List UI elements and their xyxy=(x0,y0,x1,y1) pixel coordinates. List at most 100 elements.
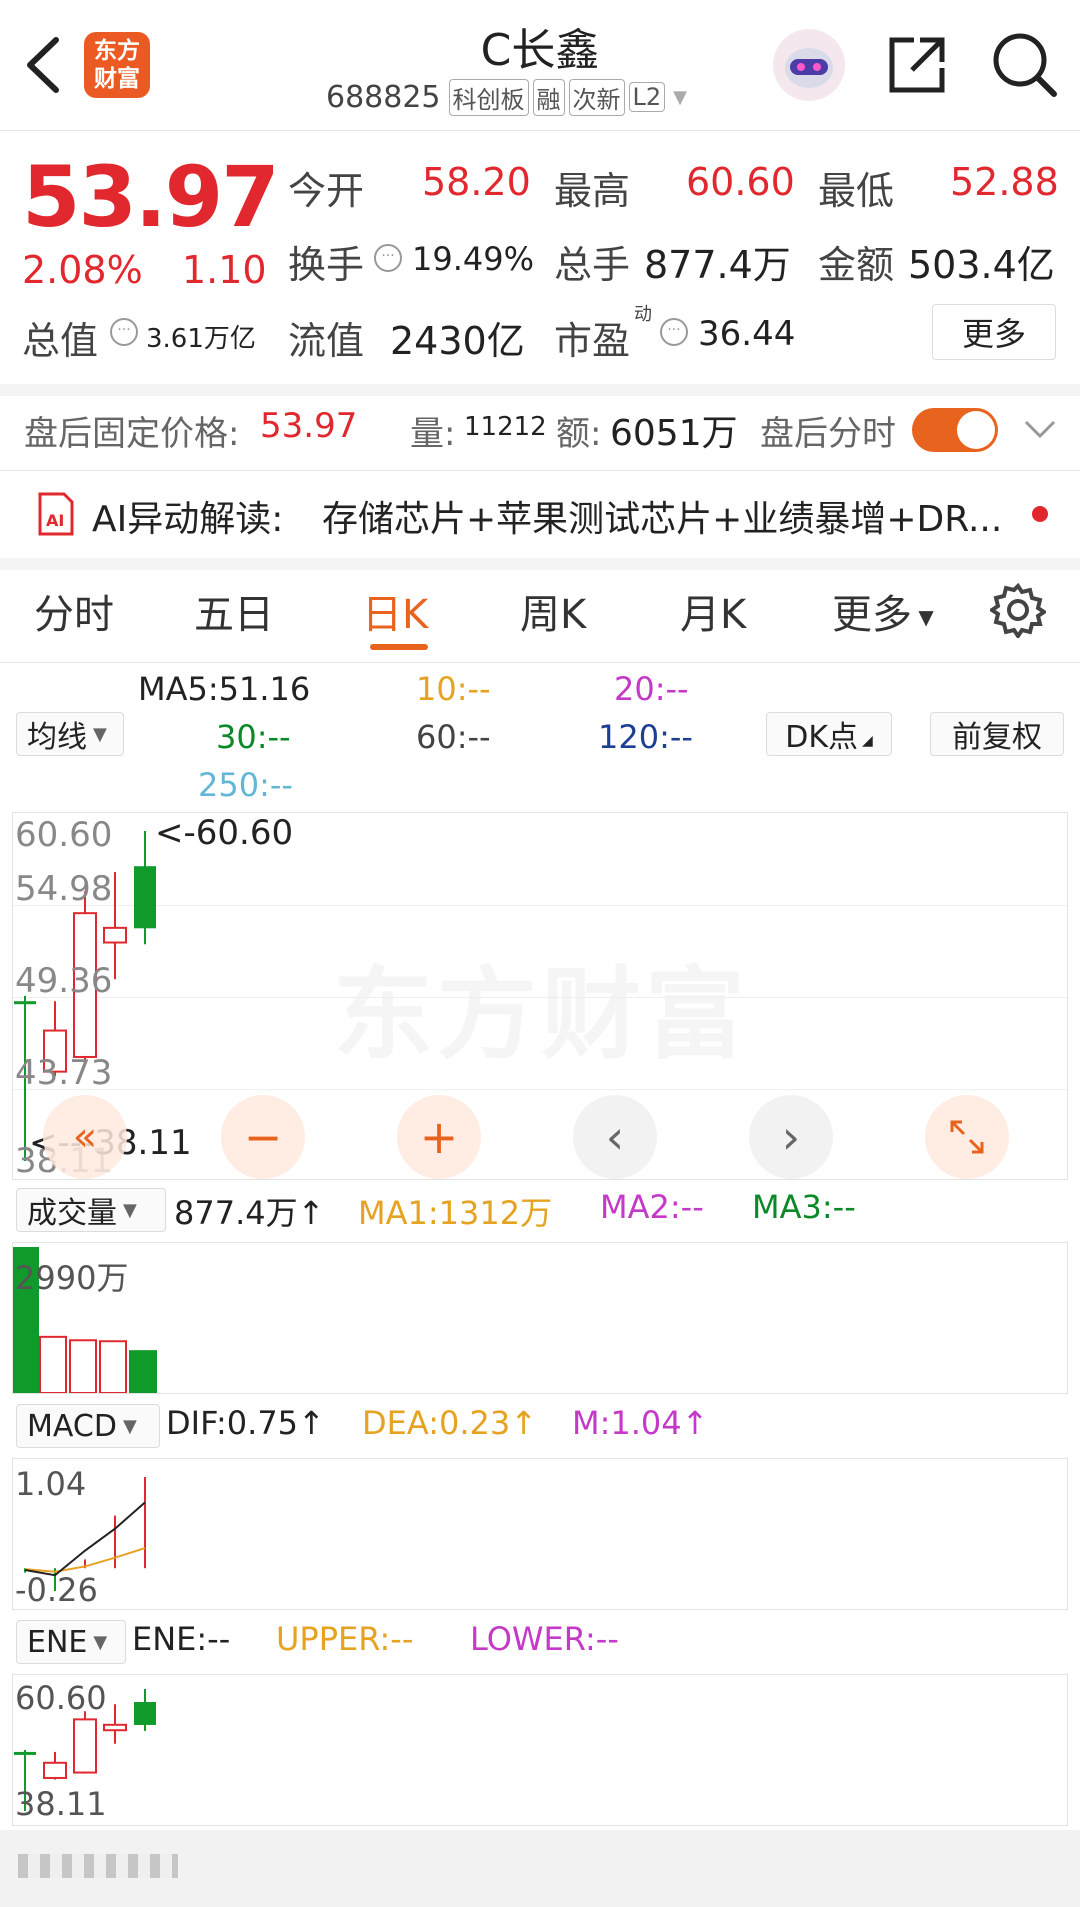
tab-five-day[interactable]: 五日 xyxy=(194,582,274,640)
macd-chart xyxy=(24,1477,146,1591)
pan-left-button[interactable]: ‹ xyxy=(573,1095,657,1179)
price-adjust-button[interactable]: 前复权 xyxy=(930,712,1064,756)
tag-kechuang: 科创板 xyxy=(448,78,529,116)
low-value: 52.88 xyxy=(950,160,1059,204)
ma20-value: 20:-- xyxy=(614,670,689,708)
ma250-value: 250:-- xyxy=(198,766,293,804)
info-icon[interactable]: ··· xyxy=(374,244,402,272)
chevron-down-icon: ▼ xyxy=(673,86,688,108)
share-icon xyxy=(889,37,945,93)
info-icon[interactable]: ··· xyxy=(660,318,688,346)
unread-dot xyxy=(1032,506,1048,522)
ai-document-icon: AI xyxy=(38,492,74,536)
caret-down-icon: ▼ xyxy=(122,1415,137,1437)
macd-bottom-label: -0.26 xyxy=(15,1571,98,1609)
tab-monthly-k[interactable]: 月K xyxy=(680,582,746,640)
ai-insight-label: AI异动解读: xyxy=(92,499,284,540)
zoom-fast-back-button[interactable]: « xyxy=(43,1095,127,1179)
back-button[interactable] xyxy=(18,30,78,100)
header-divider xyxy=(0,130,1080,131)
timeline-strip xyxy=(0,1830,1080,1907)
tag-level2: L2 xyxy=(628,82,666,112)
macd-selector[interactable]: MACD ▼ xyxy=(16,1404,160,1448)
logo-text-line1: 东方 xyxy=(94,38,140,64)
after-hours-amount-label: 额: xyxy=(556,414,602,454)
app-logo: 东方 财富 xyxy=(84,32,150,98)
divider xyxy=(0,662,1080,663)
volume-bar xyxy=(39,1335,67,1393)
macd-m-value: M:1.04 xyxy=(572,1404,682,1442)
settings-button[interactable] xyxy=(988,582,1048,640)
search-icon xyxy=(993,33,1057,97)
float-label: 流值 xyxy=(288,319,365,363)
tab-weekly-k[interactable]: 周K xyxy=(520,582,586,640)
change-amount: 1.10 xyxy=(182,248,267,292)
ai-insight-text: 存储芯片+苹果测试芯片+业绩暴增+DR... xyxy=(322,499,1003,540)
stock-code: 688825 xyxy=(326,79,441,115)
volume-ma1: MA1:1312万 xyxy=(358,1194,553,1232)
fullscreen-button[interactable] xyxy=(925,1095,1009,1179)
y-label-4: 43.73 xyxy=(15,1053,113,1093)
after-hours-toggle[interactable] xyxy=(912,408,998,452)
tab-more[interactable]: 更多 ▼ xyxy=(832,582,934,640)
mktcap-value: 3.61万亿 xyxy=(146,324,256,354)
mktcap-label: 总值 xyxy=(22,319,99,363)
current-price: 53.97 xyxy=(22,148,280,246)
search-button[interactable] xyxy=(990,30,1060,100)
ene-bottom-label: 38.11 xyxy=(15,1785,107,1823)
pan-right-button[interactable]: › xyxy=(749,1095,833,1179)
candle-body xyxy=(103,1723,127,1732)
high-value: 60.60 xyxy=(686,160,795,204)
float-value: 2430亿 xyxy=(390,319,525,363)
ene-selector[interactable]: ENE ▼ xyxy=(16,1620,126,1664)
info-icon[interactable]: ··· xyxy=(110,318,138,346)
chevron-down-icon[interactable] xyxy=(1022,414,1058,444)
share-button[interactable] xyxy=(884,32,950,98)
ene-selector-label: ENE xyxy=(27,1624,88,1660)
up-arrow-icon: ↑ xyxy=(681,1404,709,1442)
kline-panel[interactable]: 东方财富 60.60 54.98 49.36 43.73 38.11 <-60.… xyxy=(12,812,1068,1180)
tag-margin: 融 xyxy=(532,78,565,116)
after-hours-price-label: 盘后固定价格: xyxy=(24,414,240,454)
ma-selector-label: 均线 xyxy=(27,720,87,755)
candle-body xyxy=(43,1761,67,1779)
volume-current: 877.4万↑ xyxy=(174,1188,324,1234)
macd-dif: DIF:0.75↑ xyxy=(166,1404,325,1442)
logo-text-line2: 财富 xyxy=(94,66,140,92)
stock-subtitle[interactable]: 688825 科创板 融 次新 L2 ▼ xyxy=(326,76,687,118)
ene-panel[interactable]: 60.60 38.11 xyxy=(12,1674,1068,1826)
volume-panel[interactable]: 2990万 xyxy=(12,1242,1068,1394)
stock-title: C长鑫 xyxy=(480,25,600,76)
ai-insight-banner[interactable]: AI AI异动解读: 存储芯片+苹果测试芯片+业绩暴增+DR... xyxy=(0,472,1080,558)
volume-bar xyxy=(129,1350,157,1393)
ai-avatar-button[interactable] xyxy=(772,28,846,102)
ma30-value: 30:-- xyxy=(216,718,291,756)
after-hours-toggle-label: 盘后分时 xyxy=(760,414,896,454)
volume-value: 877.4万 xyxy=(644,243,791,287)
tab-intraday[interactable]: 分时 xyxy=(34,582,114,640)
volume-selector[interactable]: 成交量 ▼ xyxy=(16,1188,166,1232)
tab-daily-k[interactable]: 日K xyxy=(362,582,428,640)
high-label: 最高 xyxy=(554,169,631,213)
candle-body xyxy=(134,1702,156,1725)
ma10-value: 10:-- xyxy=(416,670,491,708)
macd-dea: DEA:0.23↑ xyxy=(362,1404,537,1442)
macd-panel[interactable]: 1.04 -0.26 xyxy=(12,1458,1068,1610)
divider xyxy=(0,470,1080,471)
volume-bar xyxy=(69,1339,97,1393)
volume-current-value: 877.4万 xyxy=(174,1194,298,1232)
pe-value: 36.44 xyxy=(698,314,796,354)
amount-label: 金额 xyxy=(818,243,895,287)
y-label-top: 60.60 xyxy=(15,815,113,855)
dk-point-label: DK点 xyxy=(785,720,858,755)
gear-icon xyxy=(988,582,1048,640)
zoom-in-button[interactable]: + xyxy=(397,1095,481,1179)
more-button[interactable]: 更多 xyxy=(932,304,1056,360)
ma-selector[interactable]: 均线 ▼ xyxy=(16,712,124,756)
change-percent: 2.08% xyxy=(22,248,143,292)
candle-body xyxy=(134,866,156,929)
dk-point-button[interactable]: DK点 ◢ xyxy=(766,712,892,756)
candle-body xyxy=(14,1001,36,1005)
zoom-out-button[interactable]: − xyxy=(221,1095,305,1179)
turnover-label: 换手 xyxy=(288,243,365,287)
